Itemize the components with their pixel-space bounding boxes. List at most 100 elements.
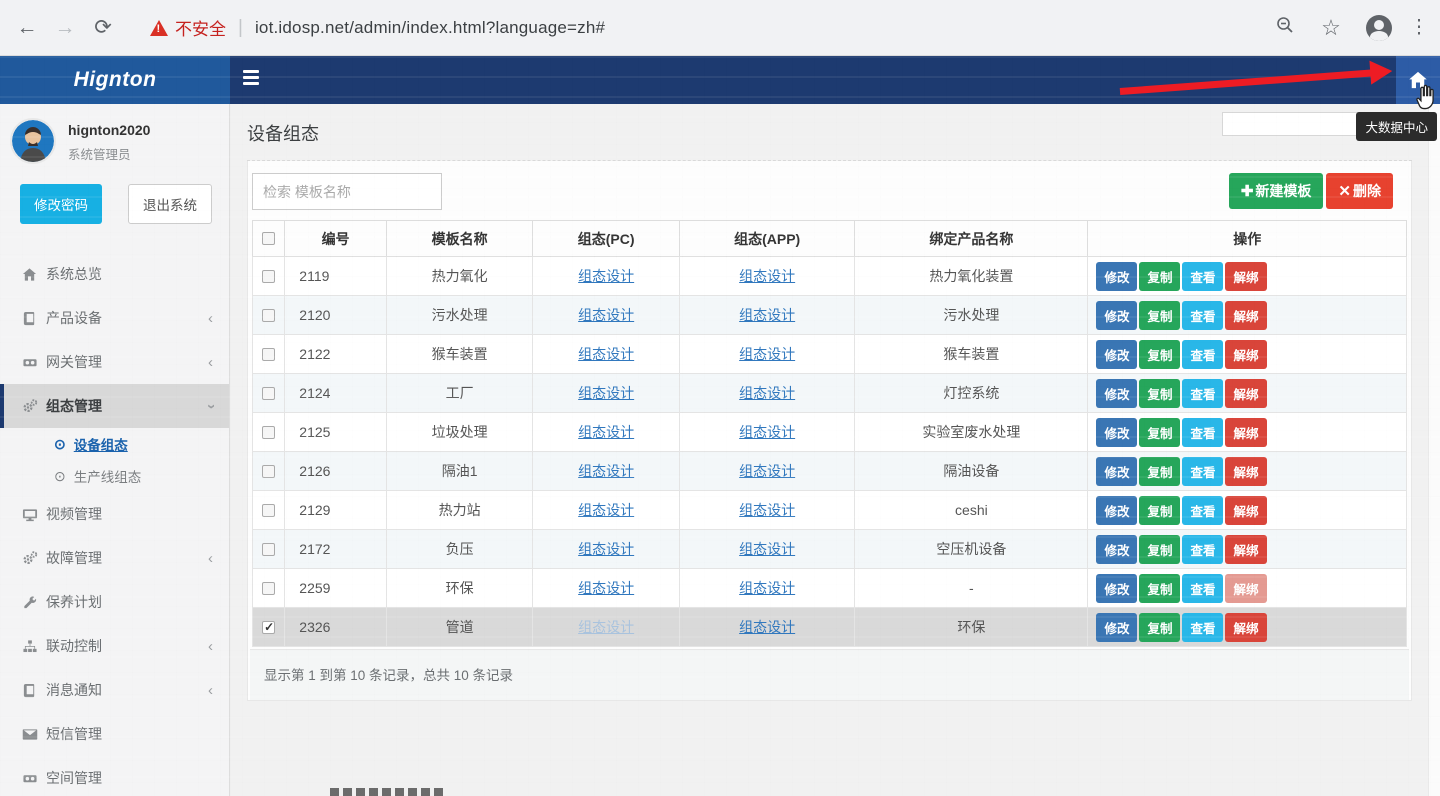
browser-forward-icon[interactable]: → — [46, 16, 84, 40]
copy-action-button[interactable]: 复制 — [1139, 496, 1180, 525]
unbind-action-button[interactable]: 解绑 — [1225, 418, 1266, 447]
app-design-link[interactable]: 组态设计 — [739, 463, 795, 479]
app-design-link[interactable]: 组态设计 — [739, 580, 795, 596]
copy-action-button[interactable]: 复制 — [1139, 379, 1180, 408]
security-status[interactable]: 不安全 — [150, 15, 226, 40]
sidebar-item-2[interactable]: 网关管理‹ — [0, 340, 229, 384]
unbind-action-button[interactable]: 解绑 — [1225, 574, 1266, 603]
app-design-link[interactable]: 组态设计 — [739, 619, 795, 635]
view-action-button[interactable]: 查看 — [1182, 379, 1223, 408]
app-design-link[interactable]: 组态设计 — [739, 502, 795, 518]
app-design-link[interactable]: 组态设计 — [739, 307, 795, 323]
select-all-checkbox[interactable] — [262, 232, 275, 245]
pc-design-link[interactable]: 组态设计 — [578, 541, 634, 557]
copy-action-button[interactable]: 复制 — [1139, 418, 1180, 447]
change-password-button[interactable]: 修改密码 — [20, 184, 102, 224]
new-template-button[interactable]: ✚新建模板 — [1229, 173, 1324, 209]
pc-design-link[interactable]: 组态设计 — [578, 424, 634, 440]
brand-logo[interactable]: Hignton — [0, 56, 230, 104]
app-design-link[interactable]: 组态设计 — [739, 424, 795, 440]
browser-profile-icon[interactable] — [1366, 15, 1392, 41]
page-scrollbar[interactable] — [1428, 104, 1440, 796]
app-design-link[interactable]: 组态设计 — [739, 541, 795, 557]
zoom-out-icon[interactable] — [1262, 15, 1308, 40]
row-checkbox[interactable] — [262, 504, 275, 517]
sidebar-item-8[interactable]: 消息通知‹ — [0, 668, 229, 712]
pc-design-link[interactable]: 组态设计 — [578, 346, 634, 362]
row-checkbox[interactable] — [262, 621, 275, 634]
edit-action-button[interactable]: 修改 — [1096, 262, 1137, 291]
pc-design-link[interactable]: 组态设计 — [578, 580, 634, 596]
sidebar-item-10[interactable]: 空间管理 — [0, 756, 229, 796]
browser-back-icon[interactable]: ← — [8, 16, 46, 40]
row-checkbox[interactable] — [262, 309, 275, 322]
global-search-input[interactable] — [1222, 112, 1372, 136]
row-checkbox[interactable] — [262, 582, 275, 595]
submenu-item-0[interactable]: ⊙设备组态 — [0, 428, 229, 460]
edit-action-button[interactable]: 修改 — [1096, 535, 1137, 564]
row-checkbox[interactable] — [262, 543, 275, 556]
pc-design-link[interactable]: 组态设计 — [578, 307, 634, 323]
sidebar-toggle-icon[interactable] — [243, 70, 263, 88]
unbind-action-button[interactable]: 解绑 — [1225, 340, 1266, 369]
view-action-button[interactable]: 查看 — [1182, 613, 1223, 642]
sidebar-item-4[interactable]: 视频管理 — [0, 492, 229, 536]
pc-design-link[interactable]: 组态设计 — [578, 385, 634, 401]
view-action-button[interactable]: 查看 — [1182, 340, 1223, 369]
view-action-button[interactable]: 查看 — [1182, 301, 1223, 330]
edit-action-button[interactable]: 修改 — [1096, 574, 1137, 603]
unbind-action-button[interactable]: 解绑 — [1225, 535, 1266, 564]
view-action-button[interactable]: 查看 — [1182, 535, 1223, 564]
sidebar-item-6[interactable]: 保养计划 — [0, 580, 229, 624]
view-action-button[interactable]: 查看 — [1182, 496, 1223, 525]
pc-design-link[interactable]: 组态设计 — [578, 619, 634, 635]
edit-action-button[interactable]: 修改 — [1096, 613, 1137, 642]
copy-action-button[interactable]: 复制 — [1139, 613, 1180, 642]
app-design-link[interactable]: 组态设计 — [739, 346, 795, 362]
edit-action-button[interactable]: 修改 — [1096, 340, 1137, 369]
address-bar-url[interactable]: iot.idosp.net/admin/index.html?language=… — [255, 18, 605, 38]
pc-design-link[interactable]: 组态设计 — [578, 502, 634, 518]
unbind-action-button[interactable]: 解绑 — [1225, 301, 1266, 330]
edit-action-button[interactable]: 修改 — [1096, 418, 1137, 447]
pc-design-link[interactable]: 组态设计 — [578, 463, 634, 479]
edit-action-button[interactable]: 修改 — [1096, 379, 1137, 408]
sidebar-item-3[interactable]: 组态管理‹ — [0, 384, 229, 428]
edit-action-button[interactable]: 修改 — [1096, 457, 1137, 486]
row-checkbox[interactable] — [262, 348, 275, 361]
edit-action-button[interactable]: 修改 — [1096, 301, 1137, 330]
copy-action-button[interactable]: 复制 — [1139, 457, 1180, 486]
unbind-action-button[interactable]: 解绑 — [1225, 262, 1266, 291]
sidebar-item-1[interactable]: 产品设备‹ — [0, 296, 229, 340]
browser-reload-icon[interactable]: ⟳ — [84, 15, 122, 40]
logout-button[interactable]: 退出系统 — [128, 184, 212, 224]
copy-action-button[interactable]: 复制 — [1139, 535, 1180, 564]
pc-design-link[interactable]: 组态设计 — [578, 268, 634, 284]
template-search-input[interactable] — [252, 173, 442, 210]
unbind-action-button[interactable]: 解绑 — [1225, 379, 1266, 408]
unbind-action-button[interactable]: 解绑 — [1225, 613, 1266, 642]
view-action-button[interactable]: 查看 — [1182, 457, 1223, 486]
unbind-action-button[interactable]: 解绑 — [1225, 496, 1266, 525]
row-checkbox[interactable] — [262, 465, 275, 478]
view-action-button[interactable]: 查看 — [1182, 262, 1223, 291]
sidebar-item-9[interactable]: 短信管理 — [0, 712, 229, 756]
unbind-action-button[interactable]: 解绑 — [1225, 457, 1266, 486]
view-action-button[interactable]: 查看 — [1182, 574, 1223, 603]
copy-action-button[interactable]: 复制 — [1139, 262, 1180, 291]
row-checkbox[interactable] — [262, 426, 275, 439]
sidebar-item-5[interactable]: 故障管理‹ — [0, 536, 229, 580]
edit-action-button[interactable]: 修改 — [1096, 496, 1137, 525]
sidebar-item-0[interactable]: 系统总览 — [0, 252, 229, 296]
submenu-item-1[interactable]: ⊙生产线组态 — [0, 460, 229, 492]
bookmark-star-icon[interactable]: ☆ — [1308, 15, 1354, 41]
sidebar-item-7[interactable]: 联动控制‹ — [0, 624, 229, 668]
app-design-link[interactable]: 组态设计 — [739, 385, 795, 401]
app-design-link[interactable]: 组态设计 — [739, 268, 795, 284]
browser-menu-icon[interactable]: ⋮ — [1404, 16, 1434, 39]
copy-action-button[interactable]: 复制 — [1139, 574, 1180, 603]
copy-action-button[interactable]: 复制 — [1139, 340, 1180, 369]
view-action-button[interactable]: 查看 — [1182, 418, 1223, 447]
row-checkbox[interactable] — [262, 387, 275, 400]
copy-action-button[interactable]: 复制 — [1139, 301, 1180, 330]
